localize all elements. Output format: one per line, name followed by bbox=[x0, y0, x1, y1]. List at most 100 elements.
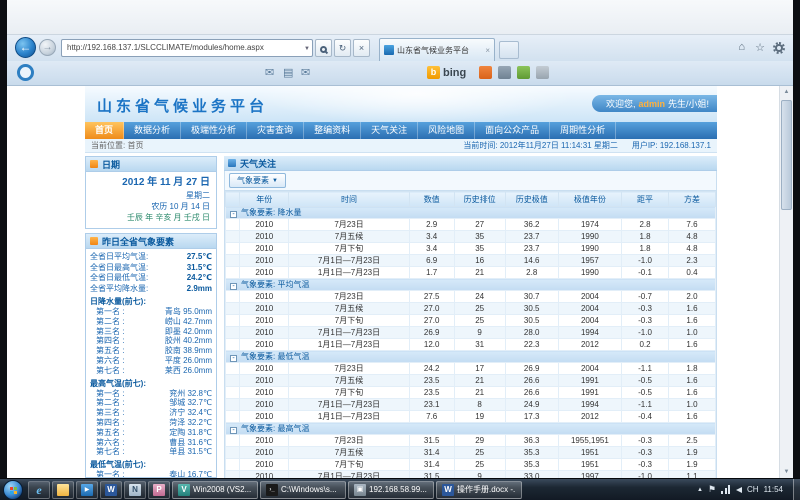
calendar-panel: 日期 2012 年 11 月 27 日 星期二 农历 10 月 14 日 壬辰 … bbox=[85, 156, 217, 229]
element-filter-button[interactable]: 气象要素 ▼ bbox=[229, 173, 286, 188]
nav-item-7[interactable]: 风险地图 bbox=[418, 122, 475, 139]
column-header[interactable]: 距平 bbox=[622, 192, 669, 207]
table-row[interactable]: 20107月下旬3.43523.719901.84.8 bbox=[226, 243, 716, 255]
table-cell: 27 bbox=[454, 219, 505, 231]
browser-tab[interactable]: 山东省气候业务平台 × bbox=[379, 38, 495, 61]
action-center-icon[interactable]: ⚑ bbox=[708, 484, 716, 495]
taskbar-window-button[interactable]: W操作手册.docx -... bbox=[436, 481, 522, 499]
table-row[interactable]: 20107月五候27.02530.52004-0.31.6 bbox=[226, 303, 716, 315]
mail-icon[interactable]: ✉ bbox=[265, 66, 274, 79]
scrollbar-thumb[interactable] bbox=[781, 100, 792, 210]
nav-item-9[interactable]: 周期性分析 bbox=[550, 122, 616, 139]
column-header[interactable]: 方差 bbox=[668, 192, 715, 207]
taskbar-clock[interactable]: 11:54 bbox=[764, 485, 783, 494]
collapse-icon[interactable]: - bbox=[230, 211, 237, 218]
toolbar-app-icon[interactable] bbox=[498, 66, 511, 79]
section-header-row[interactable]: -气象要素: 降水量 bbox=[226, 207, 716, 219]
table-cell: 2.8 bbox=[622, 219, 669, 231]
table-cell: 2010 bbox=[240, 291, 289, 303]
taskbar-window-button[interactable]: ▣192.168.58.99... bbox=[348, 481, 434, 499]
tab-close-icon[interactable]: × bbox=[485, 46, 490, 55]
taskbar-window-button[interactable]: ›_C:\Windows\s... bbox=[260, 481, 346, 499]
table-row[interactable]: 20107月五候31.42535.31951-0.31.9 bbox=[226, 447, 716, 459]
column-header[interactable]: 时间 bbox=[289, 192, 409, 207]
table-row[interactable]: 20107月下旬27.02530.52004-0.31.6 bbox=[226, 315, 716, 327]
table-row[interactable]: 20101月1日—7月23日7.61917.32012-0.41.6 bbox=[226, 411, 716, 423]
scroll-up-icon[interactable]: ▲ bbox=[780, 86, 793, 98]
paint-icon[interactable]: P bbox=[148, 481, 170, 499]
back-button[interactable]: ← bbox=[15, 37, 36, 58]
scroll-down-icon[interactable]: ▼ bbox=[780, 466, 793, 478]
page-scrollbar[interactable]: ▲ ▼ bbox=[779, 86, 793, 478]
chevron-down-icon[interactable]: ▼ bbox=[304, 41, 310, 57]
table-cell: 2010 bbox=[240, 255, 289, 267]
tray-expand-icon[interactable]: ▲ bbox=[697, 487, 703, 493]
home-button[interactable]: ⌂ bbox=[738, 41, 745, 53]
search-button[interactable] bbox=[315, 39, 332, 57]
notepad-icon[interactable]: N bbox=[124, 481, 146, 499]
bing-toolbar-logo[interactable]: b bing bbox=[427, 66, 466, 79]
table-cell: 31.4 bbox=[409, 447, 454, 459]
table-row[interactable]: 20107月23日31.52936.31955,1951-0.32.5 bbox=[226, 435, 716, 447]
table-cell: 27.0 bbox=[409, 303, 454, 315]
table-row[interactable]: 20101月1日—7月23日12.03122.320120.21.6 bbox=[226, 339, 716, 351]
nav-item-6[interactable]: 天气关注 bbox=[361, 122, 418, 139]
column-header[interactable]: 历史排位 bbox=[454, 192, 505, 207]
toolbar-app-icon[interactable] bbox=[479, 66, 492, 79]
table-row[interactable]: 20107月1日—7月23日26.9928.01994-1.01.0 bbox=[226, 327, 716, 339]
refresh-button[interactable]: ↻ bbox=[334, 39, 351, 57]
collapse-icon[interactable]: - bbox=[230, 283, 237, 290]
media-player-icon[interactable]: ▶ bbox=[76, 481, 98, 499]
table-row[interactable]: 20107月1日—7月23日23.1824.91994-1.11.0 bbox=[226, 399, 716, 411]
taskbar-window-button[interactable]: VWin2008 (VS2... bbox=[172, 481, 258, 499]
table-row[interactable]: 20107月1日—7月23日31.5933.01997-1.01.1 bbox=[226, 471, 716, 479]
tools-gear-icon[interactable] bbox=[775, 44, 783, 52]
browser-window: ← → http://192.168.137.1/SLCCLIMATE/modu… bbox=[7, 0, 793, 478]
document-icon[interactable]: ▤ bbox=[283, 66, 293, 79]
table-row[interactable]: 20107月五候3.43523.719901.84.8 bbox=[226, 231, 716, 243]
nav-item-2[interactable]: 数据分析 bbox=[124, 122, 181, 139]
nav-item-8[interactable]: 面向公众产品 bbox=[475, 122, 550, 139]
table-row[interactable]: 20107月23日24.21726.92004-1.11.8 bbox=[226, 363, 716, 375]
table-row[interactable]: 20101月1日—7月23日1.7212.81990-0.10.4 bbox=[226, 267, 716, 279]
table-row[interactable]: 20107月下旬31.42535.31951-0.31.9 bbox=[226, 459, 716, 471]
show-desktop-button[interactable] bbox=[793, 479, 800, 500]
nav-item-1[interactable]: 首页 bbox=[85, 122, 124, 139]
mail-icon[interactable]: ✉ bbox=[301, 66, 310, 79]
new-tab-button[interactable] bbox=[499, 41, 519, 59]
favorites-button[interactable]: ☆ bbox=[755, 41, 765, 54]
table-row[interactable]: 20107月五候23.52126.61991-0.51.6 bbox=[226, 375, 716, 387]
column-header[interactable]: 数值 bbox=[409, 192, 454, 207]
table-row[interactable]: 20107月下旬23.52126.61991-0.51.6 bbox=[226, 387, 716, 399]
toolbar-logo-icon[interactable] bbox=[17, 64, 34, 81]
language-indicator[interactable]: CH bbox=[747, 485, 759, 494]
start-button[interactable] bbox=[3, 480, 23, 500]
table-cell: 4.8 bbox=[668, 231, 715, 243]
stop-button[interactable]: × bbox=[353, 39, 370, 57]
folder-icon[interactable] bbox=[52, 481, 74, 499]
word-icon[interactable]: W bbox=[100, 481, 122, 499]
column-header[interactable]: 极值年份 bbox=[558, 192, 621, 207]
address-bar[interactable]: http://192.168.137.1/SLCCLIMATE/modules/… bbox=[61, 39, 313, 57]
nav-item-5[interactable]: 整编资料 bbox=[304, 122, 361, 139]
network-icon[interactable] bbox=[721, 485, 731, 494]
volume-icon[interactable] bbox=[736, 487, 742, 493]
table-row[interactable]: 20107月23日2.92736.219742.87.6 bbox=[226, 219, 716, 231]
expander-cell bbox=[226, 339, 240, 351]
toolbar-app-icon[interactable] bbox=[517, 66, 530, 79]
table-row[interactable]: 20107月1日—7月23日6.91614.61957-1.02.3 bbox=[226, 255, 716, 267]
section-header-row[interactable]: -气象要素: 最低气温 bbox=[226, 351, 716, 363]
collapse-icon[interactable]: - bbox=[230, 355, 237, 362]
toolbar-app-icon[interactable] bbox=[536, 66, 549, 79]
collapse-icon[interactable]: - bbox=[230, 427, 237, 434]
table-row[interactable]: 20107月23日27.52430.72004-0.72.0 bbox=[226, 291, 716, 303]
nav-item-3[interactable]: 极端性分析 bbox=[181, 122, 247, 139]
column-header[interactable]: 年份 bbox=[240, 192, 289, 207]
nav-item-4[interactable]: 灾害查询 bbox=[247, 122, 304, 139]
internet-explorer-icon[interactable]: e bbox=[28, 481, 50, 499]
column-header[interactable]: 历史极值 bbox=[505, 192, 558, 207]
forward-button[interactable]: → bbox=[39, 39, 56, 56]
section-header-row[interactable]: -气象要素: 平均气温 bbox=[226, 279, 716, 291]
section-header-row[interactable]: -气象要素: 最高气温 bbox=[226, 423, 716, 435]
table-cell: 36.2 bbox=[505, 219, 558, 231]
